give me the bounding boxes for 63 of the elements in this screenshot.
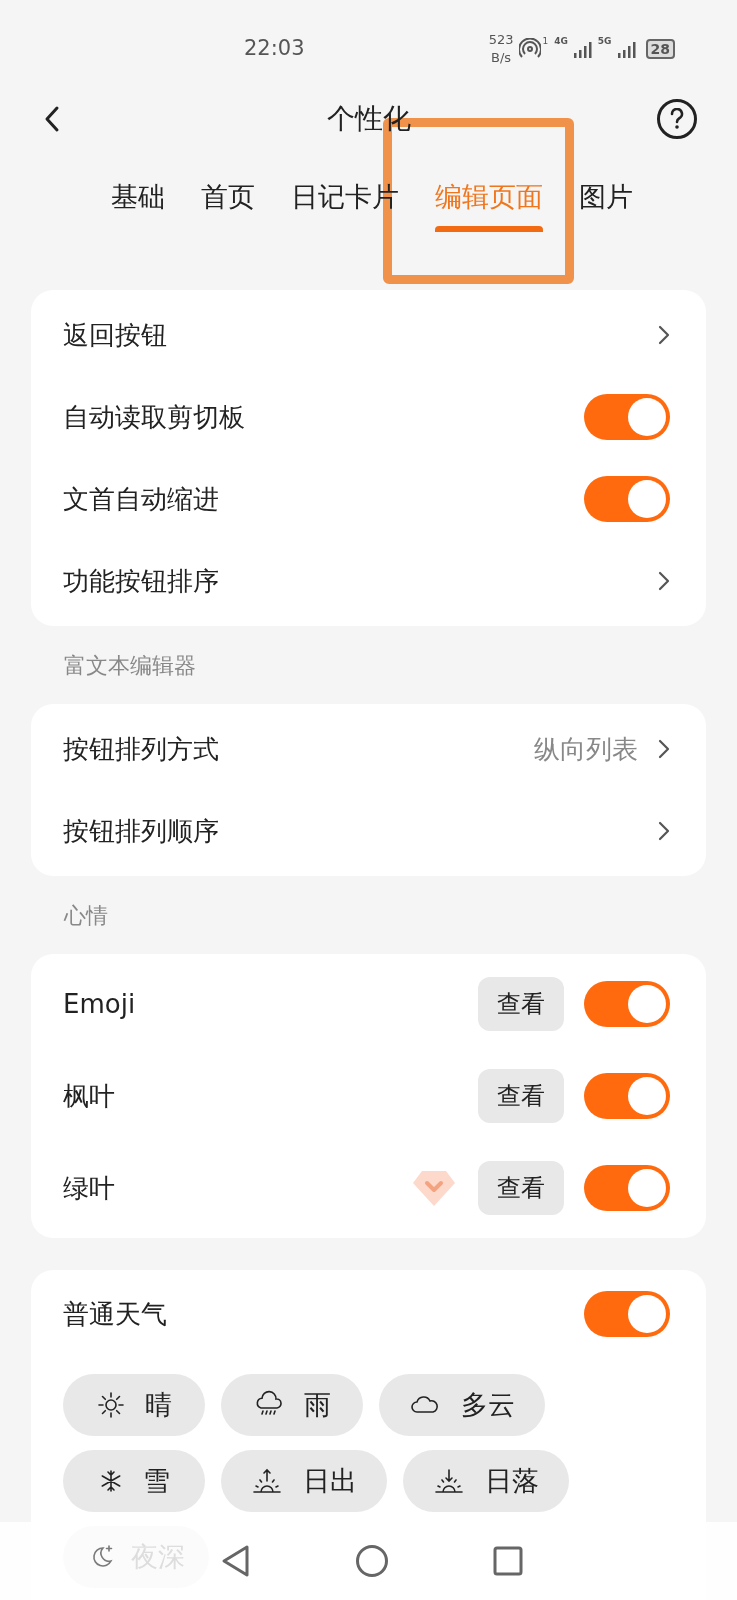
help-button[interactable] xyxy=(657,99,697,139)
weather-chip[interactable]: 多云 xyxy=(379,1374,545,1436)
settings-row[interactable]: 绿叶 查看 xyxy=(31,1142,706,1234)
settings-row[interactable]: 按钮排列方式 纵向列表 xyxy=(31,708,706,790)
tab[interactable]: 图片 xyxy=(574,180,637,232)
row-label: 枫叶 xyxy=(63,1079,115,1113)
row-label: 绿叶 xyxy=(63,1171,115,1205)
weather-chip[interactable]: 雪 xyxy=(63,1450,205,1512)
network-type: 5G xyxy=(597,35,612,48)
tab[interactable]: 首页 xyxy=(196,180,259,232)
toggle-switch[interactable] xyxy=(584,1291,670,1337)
settings-row[interactable]: 按钮排列顺序 xyxy=(31,790,706,872)
row-label: 按钮排列顺序 xyxy=(63,814,219,848)
chevron-right-icon xyxy=(658,571,670,591)
row-label: 按钮排列方式 xyxy=(63,732,219,766)
sun-icon xyxy=(96,1391,125,1419)
section-label: 富文本编辑器 xyxy=(63,651,197,680)
weather-chip[interactable]: 雨 xyxy=(221,1374,363,1436)
settings-row[interactable]: 枫叶 查看 xyxy=(31,1050,706,1142)
network-type: 4G xyxy=(554,35,568,48)
back-nav-icon[interactable] xyxy=(220,1544,250,1578)
row-label: Emoji xyxy=(63,987,136,1021)
chevron-left-icon xyxy=(44,105,60,133)
view-button[interactable]: 查看 xyxy=(478,1069,564,1123)
row-label: 自动读取剪切板 xyxy=(63,400,245,434)
network-speed-unit: B/s xyxy=(491,49,512,67)
weather-chip[interactable]: 晴 xyxy=(63,1374,205,1436)
row-label: 文首自动缩进 xyxy=(63,482,219,516)
sunset-icon xyxy=(433,1467,465,1495)
settings-row[interactable]: 功能按钮排序 xyxy=(31,540,706,622)
recents-nav-icon[interactable] xyxy=(493,1546,523,1576)
weather-chip[interactable]: 日出 xyxy=(221,1450,387,1512)
hotspot-count: 1 xyxy=(542,35,549,48)
section-label: 心情 xyxy=(62,901,109,930)
toggle-switch[interactable] xyxy=(584,981,670,1027)
chevron-right-icon xyxy=(658,739,670,759)
view-button[interactable]: 查看 xyxy=(478,1161,564,1215)
toggle-switch[interactable] xyxy=(584,1073,670,1119)
settings-row[interactable]: Emoji 查看 xyxy=(31,958,706,1050)
row-label: 返回按钮 xyxy=(63,318,167,352)
row-label: 普通天气 xyxy=(63,1297,167,1331)
signal-icon xyxy=(617,40,636,58)
view-button[interactable]: 查看 xyxy=(478,977,564,1031)
chevron-right-icon xyxy=(658,325,670,345)
row-value: 纵向列表 xyxy=(534,732,638,766)
settings-row[interactable]: 文首自动缩进 xyxy=(31,458,706,540)
status-time: 22:03 xyxy=(244,35,305,63)
network-speed: 523 xyxy=(488,31,514,49)
sunrise-icon xyxy=(251,1467,283,1495)
signal-icon xyxy=(573,40,592,58)
chevron-right-icon xyxy=(658,821,670,841)
battery-level: 28 xyxy=(645,39,675,59)
toggle-switch[interactable] xyxy=(584,394,670,440)
settings-row[interactable]: 自动读取剪切板 xyxy=(31,376,706,458)
question-mark-icon xyxy=(670,108,684,130)
home-nav-icon[interactable] xyxy=(354,1544,389,1578)
tab[interactable]: 基础 xyxy=(106,180,169,232)
toggle-switch[interactable] xyxy=(584,476,670,522)
row-label: 功能按钮排序 xyxy=(63,564,219,598)
settings-row[interactable]: 返回按钮 xyxy=(31,294,706,376)
hotspot-icon xyxy=(519,38,542,60)
toggle-switch[interactable] xyxy=(584,1165,670,1211)
weather-chip[interactable]: 日落 xyxy=(403,1450,569,1512)
